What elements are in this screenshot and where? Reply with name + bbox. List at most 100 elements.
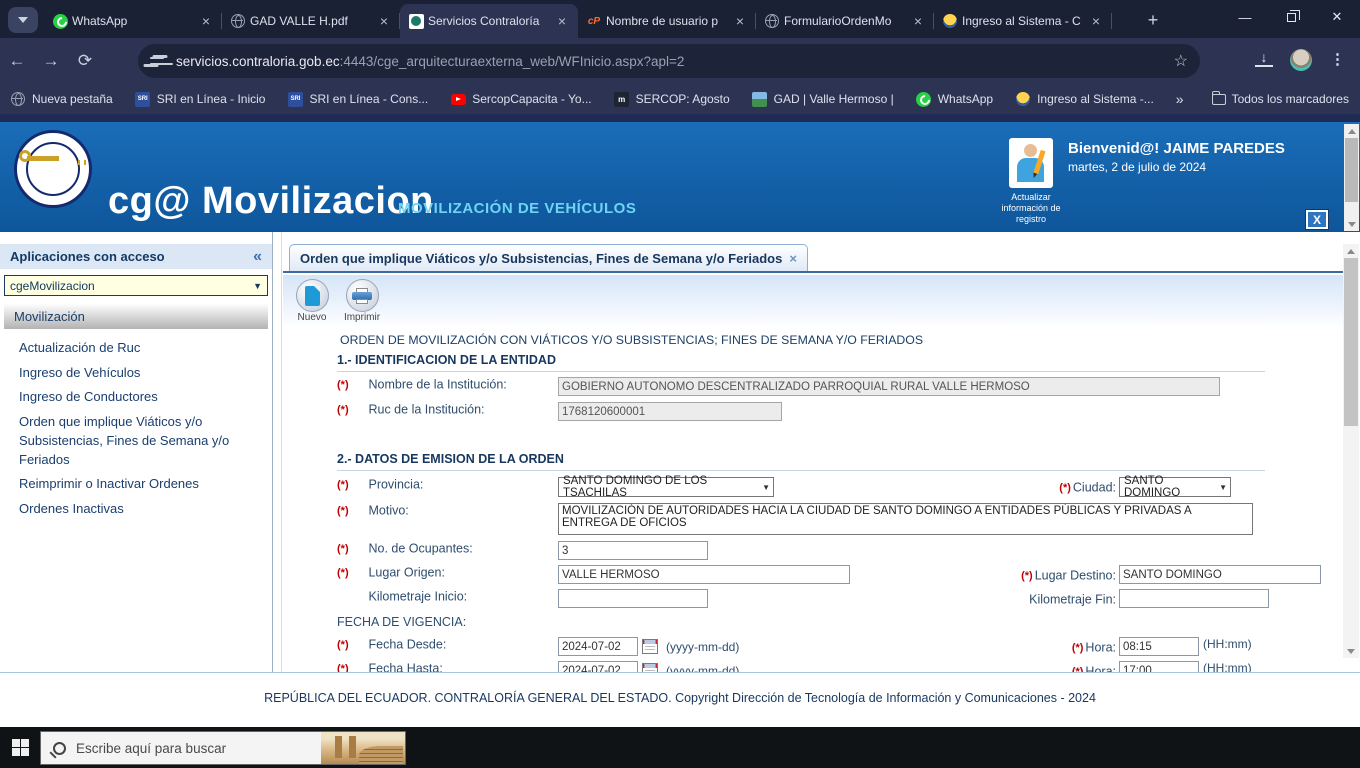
imprimir-button[interactable]: Imprimir [341,279,383,325]
page-top-strip [0,114,1360,122]
browser-tab-pdf[interactable]: GAD VALLE H.pdf × [222,4,400,38]
all-bookmarks-button[interactable]: Todos los marcadores [1211,90,1349,106]
close-icon[interactable]: × [732,13,748,29]
bookmark-sercopcapacita[interactable]: SercopCapacita - Yo... [450,91,592,107]
application-select[interactable]: cgeMovilizacion ▼ [4,275,268,296]
header-frame-scrollbar[interactable] [1344,124,1359,231]
bookmarks-bar: Nueva pestaña SRI SRI en Línea - Inicio S… [0,84,1360,114]
sidebar-item-ingreso-vehiculos[interactable]: Ingreso de Vehículos [0,363,266,382]
new-tab-button[interactable]: + [1140,8,1166,34]
provincia-select[interactable]: SANTO DOMINGO DE LOS TSACHILAS ▼ [558,475,774,499]
bookmark-whatsapp[interactable]: WhatsApp [916,91,993,107]
avatar-caption[interactable]: Actualizar información de registro [998,192,1064,225]
bookmark-sri-inicio[interactable]: SRI SRI en Línea - Inicio [135,91,265,107]
close-icon[interactable]: × [789,251,797,266]
bookmark-sercop[interactable]: m SERCOP: Agosto [614,91,730,107]
calendar-icon[interactable] [642,639,658,654]
scroll-up-icon[interactable] [1344,124,1359,138]
browser-profile-avatar[interactable] [1290,49,1312,71]
whatsapp-icon [52,13,68,29]
window-restore-button[interactable] [1268,0,1314,34]
address-bar[interactable]: servicios.contraloria.gob.ec:4443/cge_ar… [138,44,1200,78]
search-box-image[interactable] [321,732,405,764]
bookmarks-overflow-button[interactable]: » [1176,91,1184,107]
logout-close-button[interactable]: X [1305,209,1329,230]
session-date: martes, 2 de julio de 2024 [1068,160,1207,174]
nuevo-button[interactable]: Nuevo [291,279,333,325]
forward-button[interactable]: → [34,51,68,71]
fecha-hasta-input[interactable] [558,661,638,672]
field-label: Fecha Hasta: [368,661,443,672]
sidebar-item-ordenes-inactivas[interactable]: Ordenes Inactivas [0,499,266,518]
gad-icon [752,91,768,107]
field-label: Provincia: [368,477,424,492]
start-button[interactable] [12,739,29,756]
field-label: Lugar Destino: [1034,568,1116,583]
tab-orden-viaticos[interactable]: Orden que implique Viáticos y/o Subsiste… [289,244,808,271]
browser-tab-ingreso[interactable]: Ingreso al Sistema - C × [934,4,1112,38]
browser-tab-formulario[interactable]: FormularioOrdenMo × [756,4,934,38]
window-close-button[interactable]: ✕ [1314,0,1360,34]
browser-menu-icon[interactable]: ⋮ [1330,50,1345,68]
browser-tab-servicios-contraloria[interactable]: Servicios Contraloría × [400,4,578,38]
site-info-icon[interactable] [150,55,166,67]
field-label: Nombre de la Institución: [368,377,507,392]
field-label: Motivo: [368,503,409,518]
required-marker: (*) [337,542,349,555]
scroll-up-icon[interactable] [1343,244,1359,258]
scrollbar-thumb[interactable] [1345,138,1358,202]
browser-tab-whatsapp[interactable]: WhatsApp × [44,4,222,38]
sidebar-group-movilizacion[interactable]: Movilización [4,304,268,329]
calendar-icon[interactable] [642,663,658,672]
hora-hasta-input[interactable] [1119,661,1199,672]
form-title: ORDEN DE MOVILIZACIÓN CON VIÁTICOS Y/O S… [340,333,924,347]
required-marker: (*) [337,504,349,517]
tab-search-button[interactable] [8,7,38,33]
ciudad-select[interactable]: SANTO DOMINGO ▼ [1119,475,1231,499]
time-format-hint: (HH:mm) [1203,661,1252,672]
bookmark-ingreso-sistema[interactable]: Ingreso al Sistema -... [1015,91,1154,107]
globe-icon [764,13,780,29]
bookmark-star-icon[interactable]: ☆ [1174,51,1188,71]
applications-sidebar: Aplicaciones con acceso « cgeMovilizacio… [0,232,273,672]
sidebar-item-reimprimir-inactivar[interactable]: Reimprimir o Inactivar Ordenes [0,474,266,493]
close-icon[interactable]: × [1088,13,1104,29]
back-button[interactable]: ← [0,51,34,71]
browser-toolbar: ← → ⟳ servicios.contraloria.gob.ec:4443/… [0,38,1360,84]
km-fin-input[interactable] [1119,589,1269,608]
window-minimize-button[interactable]: — [1222,0,1268,34]
sidebar-item-actualizacion-ruc[interactable]: Actualización de Ruc [0,338,266,357]
browser-tab-cpanel[interactable]: cP Nombre de usuario p × [578,4,756,38]
close-icon[interactable]: × [554,13,570,29]
downloads-icon[interactable]: ↓ [1255,50,1273,67]
close-icon[interactable]: × [376,13,392,29]
section-identificacion: 1.- IDENTIFICACION DE LA ENTIDAD [337,353,1265,372]
close-icon[interactable]: × [198,13,214,29]
sidebar-item-ingreso-conductores[interactable]: Ingreso de Conductores [0,387,266,406]
scroll-down-icon[interactable] [1344,217,1359,231]
bookmark-gad-valle-hermoso[interactable]: GAD | Valle Hermoso | [752,91,894,107]
fecha-desde-input[interactable] [558,637,638,656]
nombre-institucion-input[interactable] [558,377,1220,396]
required-marker: (*) [337,662,349,672]
reload-button[interactable]: ⟳ [68,51,102,71]
ruc-input[interactable] [558,402,782,421]
hora-desde-input[interactable] [1119,637,1199,656]
collapse-sidebar-icon[interactable]: « [253,248,262,266]
motivo-textarea[interactable]: MOVILIZACIÓN DE AUTORIDADES HACIA LA CIU… [558,503,1253,535]
km-inicio-input[interactable] [558,589,708,608]
lugar-destino-input[interactable] [1119,565,1321,584]
update-registration-avatar[interactable] [1009,138,1053,188]
chevron-down-icon: ▼ [253,280,262,291]
taskbar-search-box[interactable]: Escribe aquí para buscar [40,731,406,765]
ocupantes-input[interactable] [558,541,708,560]
content-frame-scrollbar[interactable] [1343,244,1359,658]
scrollbar-thumb[interactable] [1344,258,1358,426]
scroll-down-icon[interactable] [1343,644,1359,658]
close-icon[interactable]: × [910,13,926,29]
sidebar-item-orden-viaticos[interactable]: Orden que implique Viáticos y/o Subsiste… [0,412,266,469]
url-path: :4443/cge_arquitecturaexterna_web/WFInic… [339,53,685,69]
lugar-origen-input[interactable] [558,565,850,584]
bookmark-sri-consultas[interactable]: SRI SRI en Línea - Cons... [287,91,428,107]
bookmark-nueva-pestana[interactable]: Nueva pestaña [10,91,113,107]
